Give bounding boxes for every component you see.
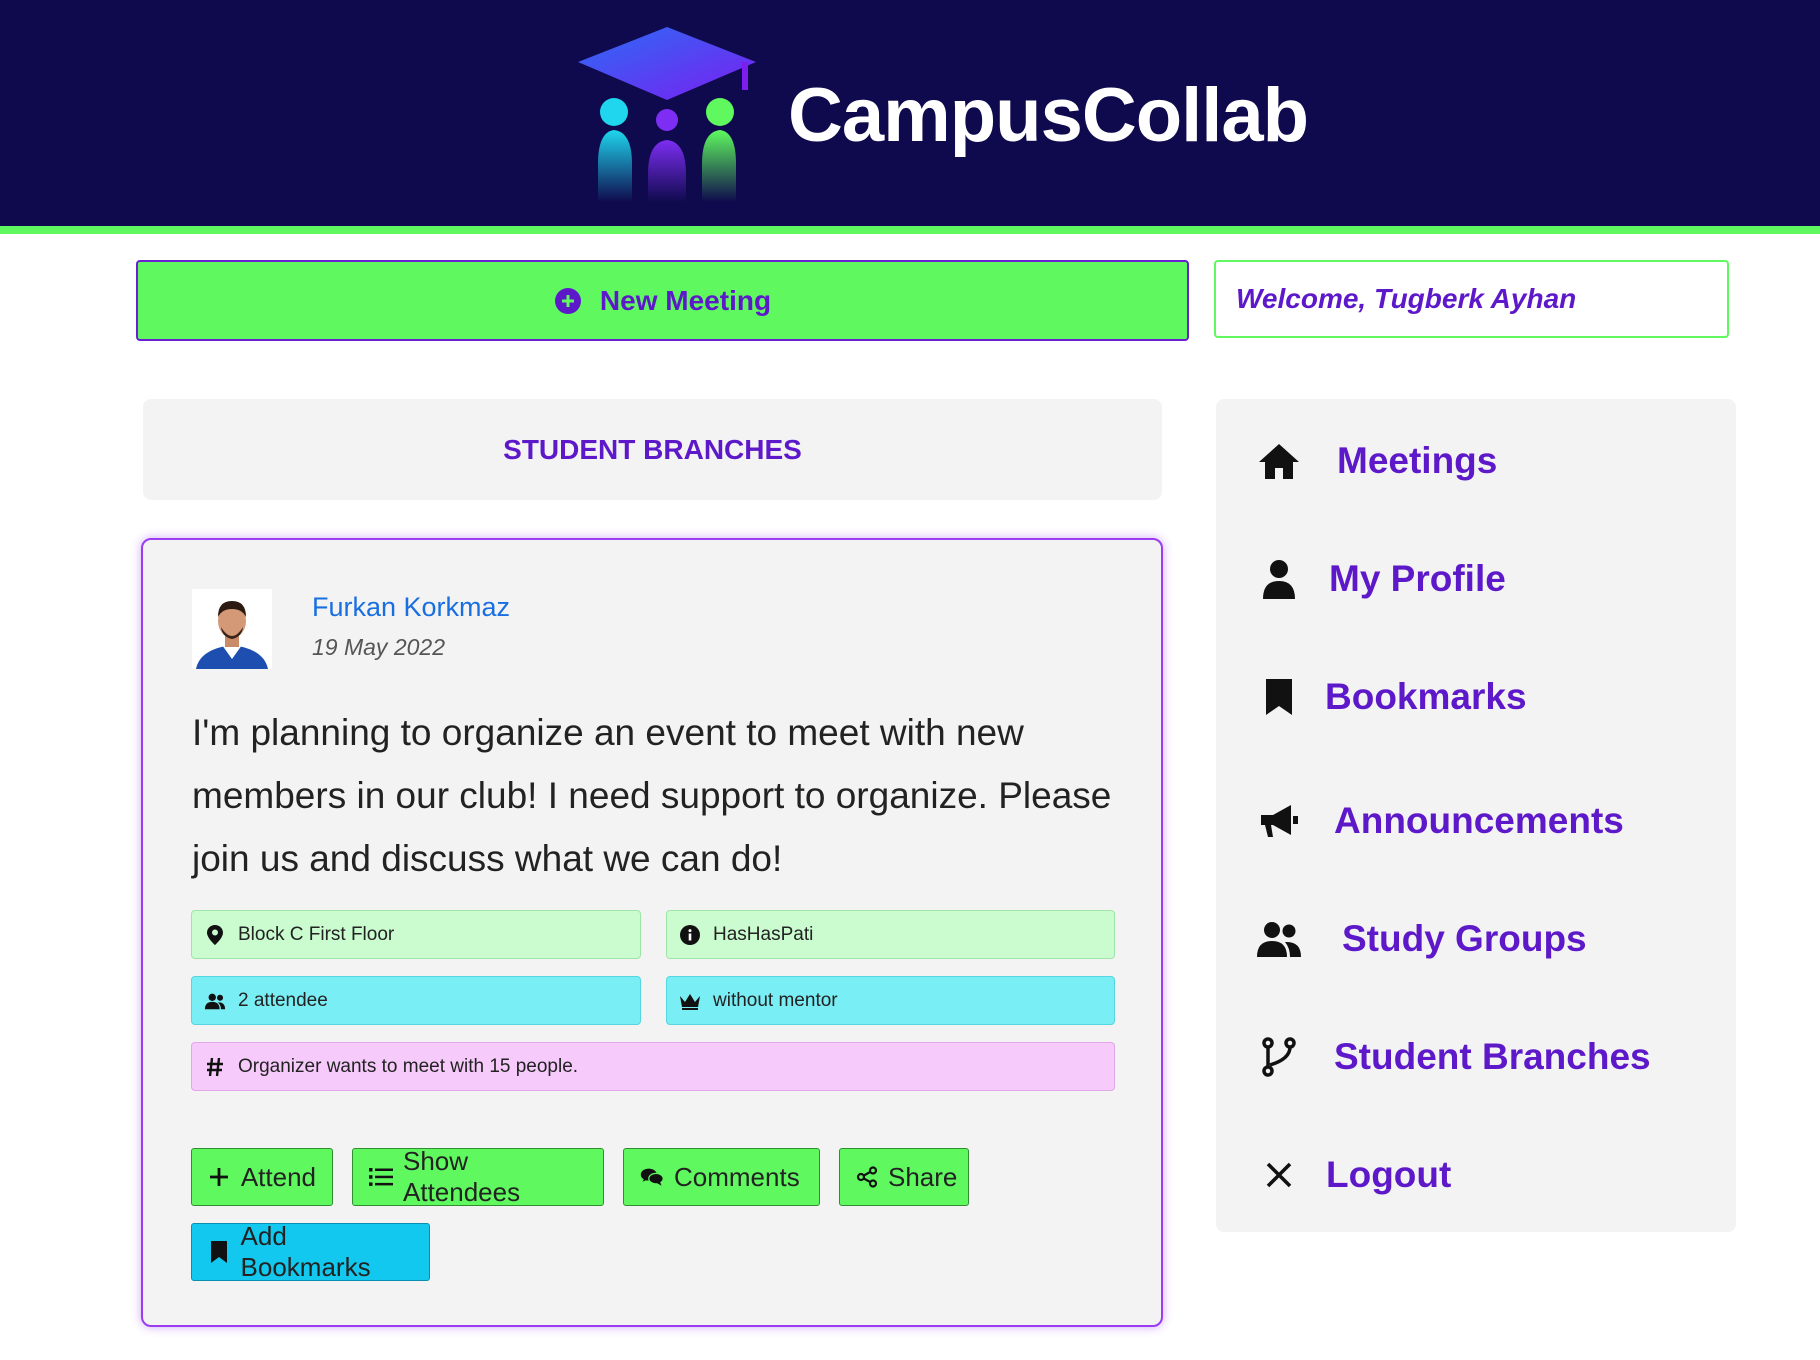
crown-icon (679, 990, 701, 1012)
sidebar-item-logout[interactable]: Logout (1254, 1145, 1451, 1205)
welcome-text: Welcome, Tugberk Ayhan (1236, 283, 1577, 314)
new-meeting-label: New Meeting (599, 284, 772, 316)
attendee-count-text: 2 attendee (238, 989, 328, 1011)
page-title: STUDENT BRANCHES (503, 433, 802, 465)
bookmark-icon (208, 1240, 231, 1264)
brand-name: CampusCollab (788, 73, 1309, 158)
users-icon (1254, 914, 1304, 964)
avatar-image (192, 589, 272, 669)
sidebar-item-announcements[interactable]: Announcements (1254, 791, 1624, 851)
location-pin-icon (204, 924, 226, 946)
share-icon (856, 1165, 878, 1189)
location-tag: Block C First Floor (191, 910, 641, 959)
list-icon (369, 1165, 393, 1189)
post-body: I'm planning to organize an event to mee… (192, 712, 1112, 879)
sidebar-item-label: My Profile (1329, 558, 1506, 599)
close-icon (1254, 1150, 1304, 1200)
sidebar-item-meetings[interactable]: Meetings (1254, 431, 1497, 491)
megaphone-icon (1254, 796, 1304, 846)
comments-button[interactable]: Comments (623, 1148, 820, 1206)
plus-icon (208, 1165, 231, 1189)
hashtag-icon (204, 1056, 226, 1078)
sidebar-nav: Meetings My Profile Bookmarks Announceme… (1216, 399, 1736, 1232)
welcome-box: Welcome, Tugberk Ayhan (1214, 260, 1729, 338)
mentor-text: without mentor (713, 989, 838, 1011)
new-meeting-button[interactable]: New Meeting (136, 260, 1189, 341)
sidebar-item-student-branches[interactable]: Student Branches (1254, 1027, 1651, 1087)
share-button[interactable]: Share (839, 1148, 969, 1206)
post-author-link[interactable]: Furkan Korkmaz (312, 592, 510, 623)
attend-label: Attend (240, 1161, 316, 1192)
info-text: HasHasPati (713, 923, 814, 945)
comments-icon (640, 1165, 664, 1189)
sidebar-item-label: Bookmarks (1325, 676, 1527, 717)
app-header: CampusCollab (0, 0, 1820, 234)
sidebar-item-label: Logout (1326, 1154, 1452, 1195)
meeting-post-card: Furkan Korkmaz 19 May 2022 I'm planning … (141, 538, 1163, 1327)
note-tag: Organizer wants to meet with 15 people. (191, 1042, 1115, 1091)
attendee-count-tag: 2 attendee (191, 976, 641, 1025)
share-label: Share (888, 1161, 958, 1192)
attend-button[interactable]: Attend (191, 1148, 333, 1206)
sidebar-item-label: Student Branches (1334, 1036, 1651, 1077)
add-bookmarks-label: Add Bookmarks (240, 1221, 371, 1282)
note-text: Organizer wants to meet with 15 people. (238, 1055, 579, 1077)
bookmark-icon (1254, 672, 1304, 722)
show-attendees-label: Show Attendees (403, 1146, 521, 1207)
sidebar-item-label: Meetings (1337, 440, 1498, 481)
avatar[interactable] (192, 589, 272, 669)
info-tag: HasHasPati (666, 910, 1115, 959)
sidebar-item-label: Announcements (1334, 800, 1624, 841)
sidebar-item-label: Study Groups (1342, 918, 1587, 959)
sidebar-item-bookmarks[interactable]: Bookmarks (1254, 667, 1527, 727)
info-icon (679, 924, 701, 946)
post-date: 19 May 2022 (312, 634, 445, 660)
location-text: Block C First Floor (238, 923, 395, 945)
mentor-tag: without mentor (666, 976, 1115, 1025)
sidebar-item-my-profile[interactable]: My Profile (1254, 549, 1506, 609)
show-attendees-button[interactable]: Show Attendees (352, 1146, 604, 1207)
plus-circle-icon (554, 287, 581, 314)
add-bookmarks-button[interactable]: Add Bookmarks (191, 1221, 430, 1282)
section-header: STUDENT BRANCHES (143, 399, 1162, 500)
comments-label: Comments (674, 1161, 800, 1192)
home-icon (1254, 436, 1304, 486)
user-icon (1254, 554, 1304, 604)
branch-icon (1254, 1032, 1304, 1082)
sidebar-item-study-groups[interactable]: Study Groups (1254, 909, 1587, 969)
users-icon (204, 990, 226, 1012)
campuscollab-logo-icon (578, 27, 756, 202)
